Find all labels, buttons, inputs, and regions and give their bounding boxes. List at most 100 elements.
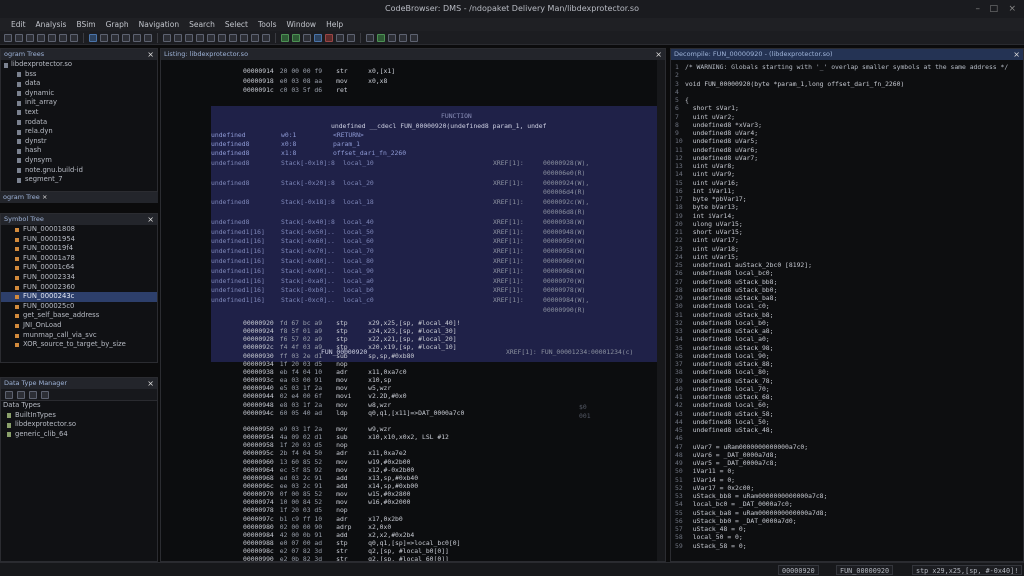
decompile-line[interactable]: 31 undefined8 uStack_b8; xyxy=(675,311,774,319)
close-icon[interactable]: × xyxy=(1013,49,1020,60)
xref-target[interactable]: 00000958(W) xyxy=(543,247,585,255)
toolbar-button-icon[interactable] xyxy=(388,33,396,42)
data-type-archive[interactable]: BuiltInTypes xyxy=(1,411,157,421)
program-tree-segment[interactable]: data xyxy=(1,79,157,89)
decompile-line[interactable]: 17 byte *pbVar17; xyxy=(675,195,747,203)
decompile-line[interactable]: 3 void FUN_00000920(byte *param_1,long of… xyxy=(675,80,904,88)
decompile-line[interactable]: 34 undefined8 local_a0; xyxy=(675,335,770,343)
decompile-line[interactable]: 33 undefined8 uStack_a8; xyxy=(675,327,774,335)
decompile-line[interactable]: 51 iVar14 = 0; xyxy=(675,476,735,484)
decompile-line[interactable]: 50 iVar11 = 0; xyxy=(675,467,735,475)
listing-scrollbar[interactable] xyxy=(657,60,665,561)
toolbar-button-icon[interactable] xyxy=(240,33,248,42)
toolbar-button-icon[interactable] xyxy=(100,33,108,42)
decompile-line[interactable]: 5{ xyxy=(675,96,689,104)
decompile-line[interactable]: 39 undefined8 uStack_78; xyxy=(675,377,774,385)
toolbar-button-icon[interactable] xyxy=(89,33,97,42)
minimize-icon[interactable]: – xyxy=(976,0,981,18)
program-tree-segment[interactable]: init_array xyxy=(1,98,157,108)
decompile-line[interactable]: 29 undefined8 uStack_ba8; xyxy=(675,294,777,302)
program-tree-tab[interactable]: ogram Tree × xyxy=(0,192,158,203)
close-icon[interactable]: × xyxy=(147,214,154,225)
symbol-tree-item[interactable]: XOR_source_to_target_by_size xyxy=(1,340,157,350)
back-icon[interactable] xyxy=(5,390,13,399)
decompile-line[interactable]: 58 local_50 = 0; xyxy=(675,533,743,541)
decompile-line[interactable]: 6 short sVar1; xyxy=(675,104,739,112)
menu-item[interactable]: Search xyxy=(184,18,220,31)
decompile-line[interactable]: 21 short uVar15; xyxy=(675,228,743,236)
program-tree-segment[interactable]: dynamic xyxy=(1,89,157,99)
decompile-line[interactable]: 23 uint uVar18; xyxy=(675,245,739,253)
decompile-line[interactable]: 9 undefined8 uVar4; xyxy=(675,129,758,137)
menu-item[interactable]: Window xyxy=(281,18,321,31)
decompile-line[interactable]: 55 uStack_ba8 = uRam0000000000000a7d8; xyxy=(675,509,827,517)
program-tree-segment[interactable]: rela.dyn xyxy=(1,127,157,137)
symbol-tree-item[interactable]: FUN_000025c0 xyxy=(1,302,157,312)
decompile-line[interactable]: 46 xyxy=(675,434,685,442)
decompile-line[interactable]: 52 uVar17 = 0x2c00; xyxy=(675,484,754,492)
symbol-tree-item[interactable]: JNI_OnLoad xyxy=(1,321,157,331)
decompile-line[interactable]: 38 undefined8 local_80; xyxy=(675,368,770,376)
symbol-tree-item[interactable]: FUN_00002360 xyxy=(1,283,157,293)
decompile-line[interactable]: 4 xyxy=(675,88,685,96)
toolbar-button-icon[interactable] xyxy=(325,33,333,42)
data-type-archive[interactable]: generic_clib_64 xyxy=(1,430,157,440)
toolbar-button-icon[interactable] xyxy=(281,33,289,42)
toolbar-button-icon[interactable] xyxy=(26,33,34,42)
xref-target[interactable]: 00000968(W) xyxy=(543,267,585,275)
decompile-line[interactable]: 26 undefined8 local_bc0; xyxy=(675,269,774,277)
decompile-line[interactable]: 32 undefined8 local_b0; xyxy=(675,319,770,327)
decompile-line[interactable]: 15 uint uVar16; xyxy=(675,179,739,187)
toolbar-button-icon[interactable] xyxy=(174,33,182,42)
menu-item[interactable]: BSim xyxy=(71,18,100,31)
listing-view[interactable]: FUNCTION undefined __cdecl FUN_00000920(u… xyxy=(161,60,665,561)
menu-item[interactable]: Edit xyxy=(6,18,31,31)
decompile-view[interactable]: 1 /* WARNING: Globals starting with '_' o… xyxy=(671,60,1023,561)
listing-row[interactable]: 00000990 e2 0b 82 3d str q2,[sp, #local_60[… xyxy=(243,555,449,561)
decompile-line[interactable]: 20 ulong uVar15; xyxy=(675,220,743,228)
decompile-line[interactable]: 11 undefined8 uVar6; xyxy=(675,146,758,154)
xref-target[interactable]: FUN_00001234:00001234(c) xyxy=(541,348,633,356)
close-icon[interactable]: × xyxy=(42,192,47,203)
decompile-line[interactable]: 42 undefined8 local_60; xyxy=(675,401,770,409)
maximize-icon[interactable]: □ xyxy=(989,0,998,18)
toolbar-button-icon[interactable] xyxy=(303,33,311,42)
toolbar-button-icon[interactable] xyxy=(347,33,355,42)
toolbar-button-icon[interactable] xyxy=(48,33,56,42)
decompile-line[interactable]: 7 uint uVar2; xyxy=(675,113,735,121)
decompile-line[interactable]: 41 undefined8 uStack_68; xyxy=(675,393,774,401)
toolbar-button-icon[interactable] xyxy=(196,33,204,42)
program-tree-segment[interactable]: rodata xyxy=(1,118,157,128)
toolbar-button-icon[interactable] xyxy=(4,33,12,42)
xref-target[interactable]: 00000928(W), xyxy=(543,159,589,167)
toolbar-button-icon[interactable] xyxy=(163,33,171,42)
program-tree-segment[interactable]: text xyxy=(1,108,157,118)
toolbar-button-icon[interactable] xyxy=(229,33,237,42)
symbol-tree-item[interactable]: FUN_00001c64 xyxy=(1,263,157,273)
decompile-line[interactable]: 43 undefined8 uStack_58; xyxy=(675,410,774,418)
toolbar-button-icon[interactable] xyxy=(15,33,23,42)
symbol-tree-item[interactable]: FUN_0000243c xyxy=(1,292,157,302)
decompile-line[interactable]: 40 undefined8 local_70; xyxy=(675,385,770,393)
program-tree-segment[interactable]: note.gnu.build-id xyxy=(1,166,157,176)
toolbar-button-icon[interactable] xyxy=(218,33,226,42)
program-tree-segment[interactable]: hash xyxy=(1,146,157,156)
forward-icon[interactable] xyxy=(17,390,25,399)
decompile-line[interactable]: 44 undefined8 local_50; xyxy=(675,418,770,426)
symbol-tree-item[interactable]: FUN_00001a78 xyxy=(1,254,157,264)
decompile-line[interactable]: 27 undefined8 uStack_bb8; xyxy=(675,278,777,286)
symbol-tree-item[interactable]: FUN_00001954 xyxy=(1,235,157,245)
listing-row[interactable]: 0000091c c0 03 5f d6 ret xyxy=(243,86,368,95)
toolbar-button-icon[interactable] xyxy=(133,33,141,42)
close-icon[interactable]: × xyxy=(147,49,154,60)
toolbar-button-icon[interactable] xyxy=(262,33,270,42)
decompile-line[interactable]: 14 uint uVar9; xyxy=(675,170,735,178)
xref-target[interactable]: 00000970(W) xyxy=(543,277,585,285)
decompile-line[interactable]: 1 /* WARNING: Globals starting with '_' o… xyxy=(675,63,1008,71)
decompile-line[interactable]: 57 uStack_48 = 0; xyxy=(675,525,747,533)
toolbar-button-icon[interactable] xyxy=(59,33,67,42)
data-type-archive[interactable]: libdexprotector.so xyxy=(1,420,157,430)
xref-target[interactable]: 000006d4(R) xyxy=(543,188,585,196)
program-tree-segment[interactable]: dynstr xyxy=(1,137,157,147)
symbol-tree-item[interactable]: FUN_00002334 xyxy=(1,273,157,283)
